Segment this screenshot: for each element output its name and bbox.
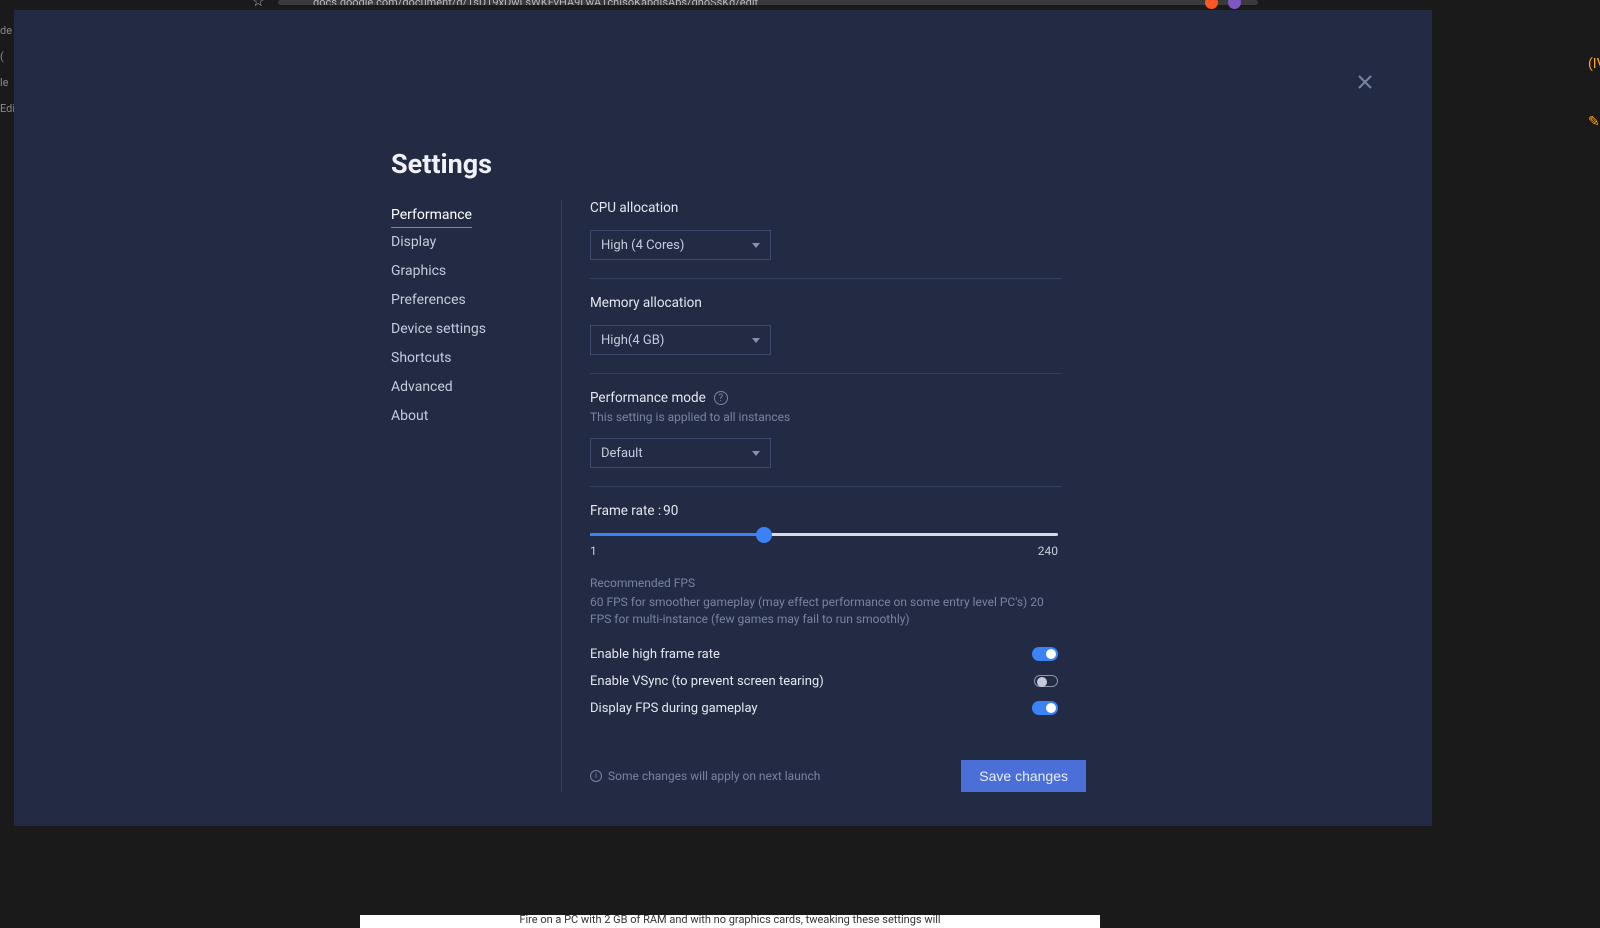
page-title: Settings <box>391 148 492 180</box>
section-memory: Memory allocation High(4 GB) <box>590 295 1061 374</box>
perfmode-label: Performance mode ? <box>590 390 1061 406</box>
framerate-label-prefix: Frame rate : <box>590 503 661 519</box>
toggle-row-high-framerate: Enable high frame rate <box>590 647 1058 662</box>
slider-fill <box>590 533 764 536</box>
framerate-slider[interactable] <box>590 533 1058 536</box>
sidebar-item-preferences[interactable]: Preferences <box>391 286 561 315</box>
cpu-label: CPU allocation <box>590 200 1061 216</box>
save-changes-button[interactable]: Save changes <box>961 760 1086 792</box>
browser-url-bar: docs.google.com/document/d/1sD19xDwLsWKF… <box>278 0 1258 5</box>
perfmode-label-text: Performance mode <box>590 390 706 406</box>
info-note-text: Some changes will apply on next launch <box>608 769 820 783</box>
left-edge-fragment: de ( le Edi A <box>0 18 14 118</box>
sidebar-item-graphics[interactable]: Graphics <box>391 257 561 286</box>
sidebar-item-advanced[interactable]: Advanced <box>391 373 561 402</box>
sidebar-item-about[interactable]: About <box>391 402 561 431</box>
toggle-label-display-fps: Display FPS during gameplay <box>590 701 758 716</box>
framerate-label: Frame rate : 90 <box>590 503 1061 519</box>
toggle-label-high-framerate: Enable high frame rate <box>590 647 720 662</box>
perfmode-sublabel: This setting is applied to all instances <box>590 410 1061 424</box>
sidebar-item-performance[interactable]: Performance <box>391 200 472 228</box>
toggle-display-fps[interactable] <box>1032 701 1058 715</box>
toggle-knob <box>1046 649 1056 659</box>
toggle-row-display-fps: Display FPS during gameplay <box>590 701 1058 716</box>
recommended-fps-body: 60 FPS for smoother gameplay (may effect… <box>590 594 1058 629</box>
help-icon[interactable]: ? <box>714 391 728 405</box>
sidebar-item-device-settings[interactable]: Device settings <box>391 315 561 344</box>
settings-sidebar: PerformanceDisplayGraphicsPreferencesDev… <box>391 200 561 792</box>
bookmark-star-icon: ☆ <box>252 0 265 10</box>
slider-max-label: 240 <box>1038 544 1058 558</box>
right-edge-fragment-1: (IV <box>1588 56 1600 72</box>
toggle-knob <box>1037 677 1047 687</box>
section-cpu: CPU allocation High (4 Cores) <box>590 200 1061 279</box>
info-icon: i <box>590 770 602 782</box>
footer-row: i Some changes will apply on next launch… <box>590 760 1086 792</box>
settings-modal: Settings PerformanceDisplayGraphicsPrefe… <box>14 10 1432 826</box>
toggle-vsync[interactable] <box>1034 675 1058 687</box>
close-button[interactable] <box>1353 70 1377 94</box>
recommended-fps-title: Recommended FPS <box>590 576 1061 590</box>
right-edge-pencil-icon: ✎ <box>1588 114 1600 130</box>
sidebar-item-display[interactable]: Display <box>391 228 561 257</box>
settings-main-panel: CPU allocation High (4 Cores) Memory all… <box>561 200 1061 792</box>
toggle-row-vsync: Enable VSync (to prevent screen tearing) <box>590 674 1058 689</box>
info-note: i Some changes will apply on next launch <box>590 769 820 783</box>
chevron-down-icon <box>752 338 760 343</box>
memory-label: Memory allocation <box>590 295 1061 311</box>
slider-thumb[interactable] <box>756 527 772 543</box>
background-doc-text: Fire on a PC with 2 GB of RAM and with n… <box>360 915 1100 928</box>
sidebar-item-shortcuts[interactable]: Shortcuts <box>391 344 561 373</box>
toggle-knob <box>1046 703 1056 713</box>
slider-min-label: 1 <box>590 544 597 558</box>
section-framerate: Frame rate : 90 1 240 Recommended FPS 60… <box>590 503 1061 716</box>
cpu-select[interactable]: High (4 Cores) <box>590 230 771 260</box>
section-perfmode: Performance mode ? This setting is appli… <box>590 390 1061 487</box>
memory-select[interactable]: High(4 GB) <box>590 325 771 355</box>
toggle-high-framerate[interactable] <box>1032 647 1058 661</box>
chevron-down-icon <box>752 451 760 456</box>
perfmode-select[interactable]: Default <box>590 438 771 468</box>
memory-select-value: High(4 GB) <box>601 333 664 348</box>
perfmode-select-value: Default <box>601 446 643 461</box>
chevron-down-icon <box>752 243 760 248</box>
toggle-label-vsync: Enable VSync (to prevent screen tearing) <box>590 674 824 689</box>
close-icon <box>1358 75 1372 89</box>
cpu-select-value: High (4 Cores) <box>601 238 684 253</box>
framerate-value: 90 <box>663 503 678 519</box>
